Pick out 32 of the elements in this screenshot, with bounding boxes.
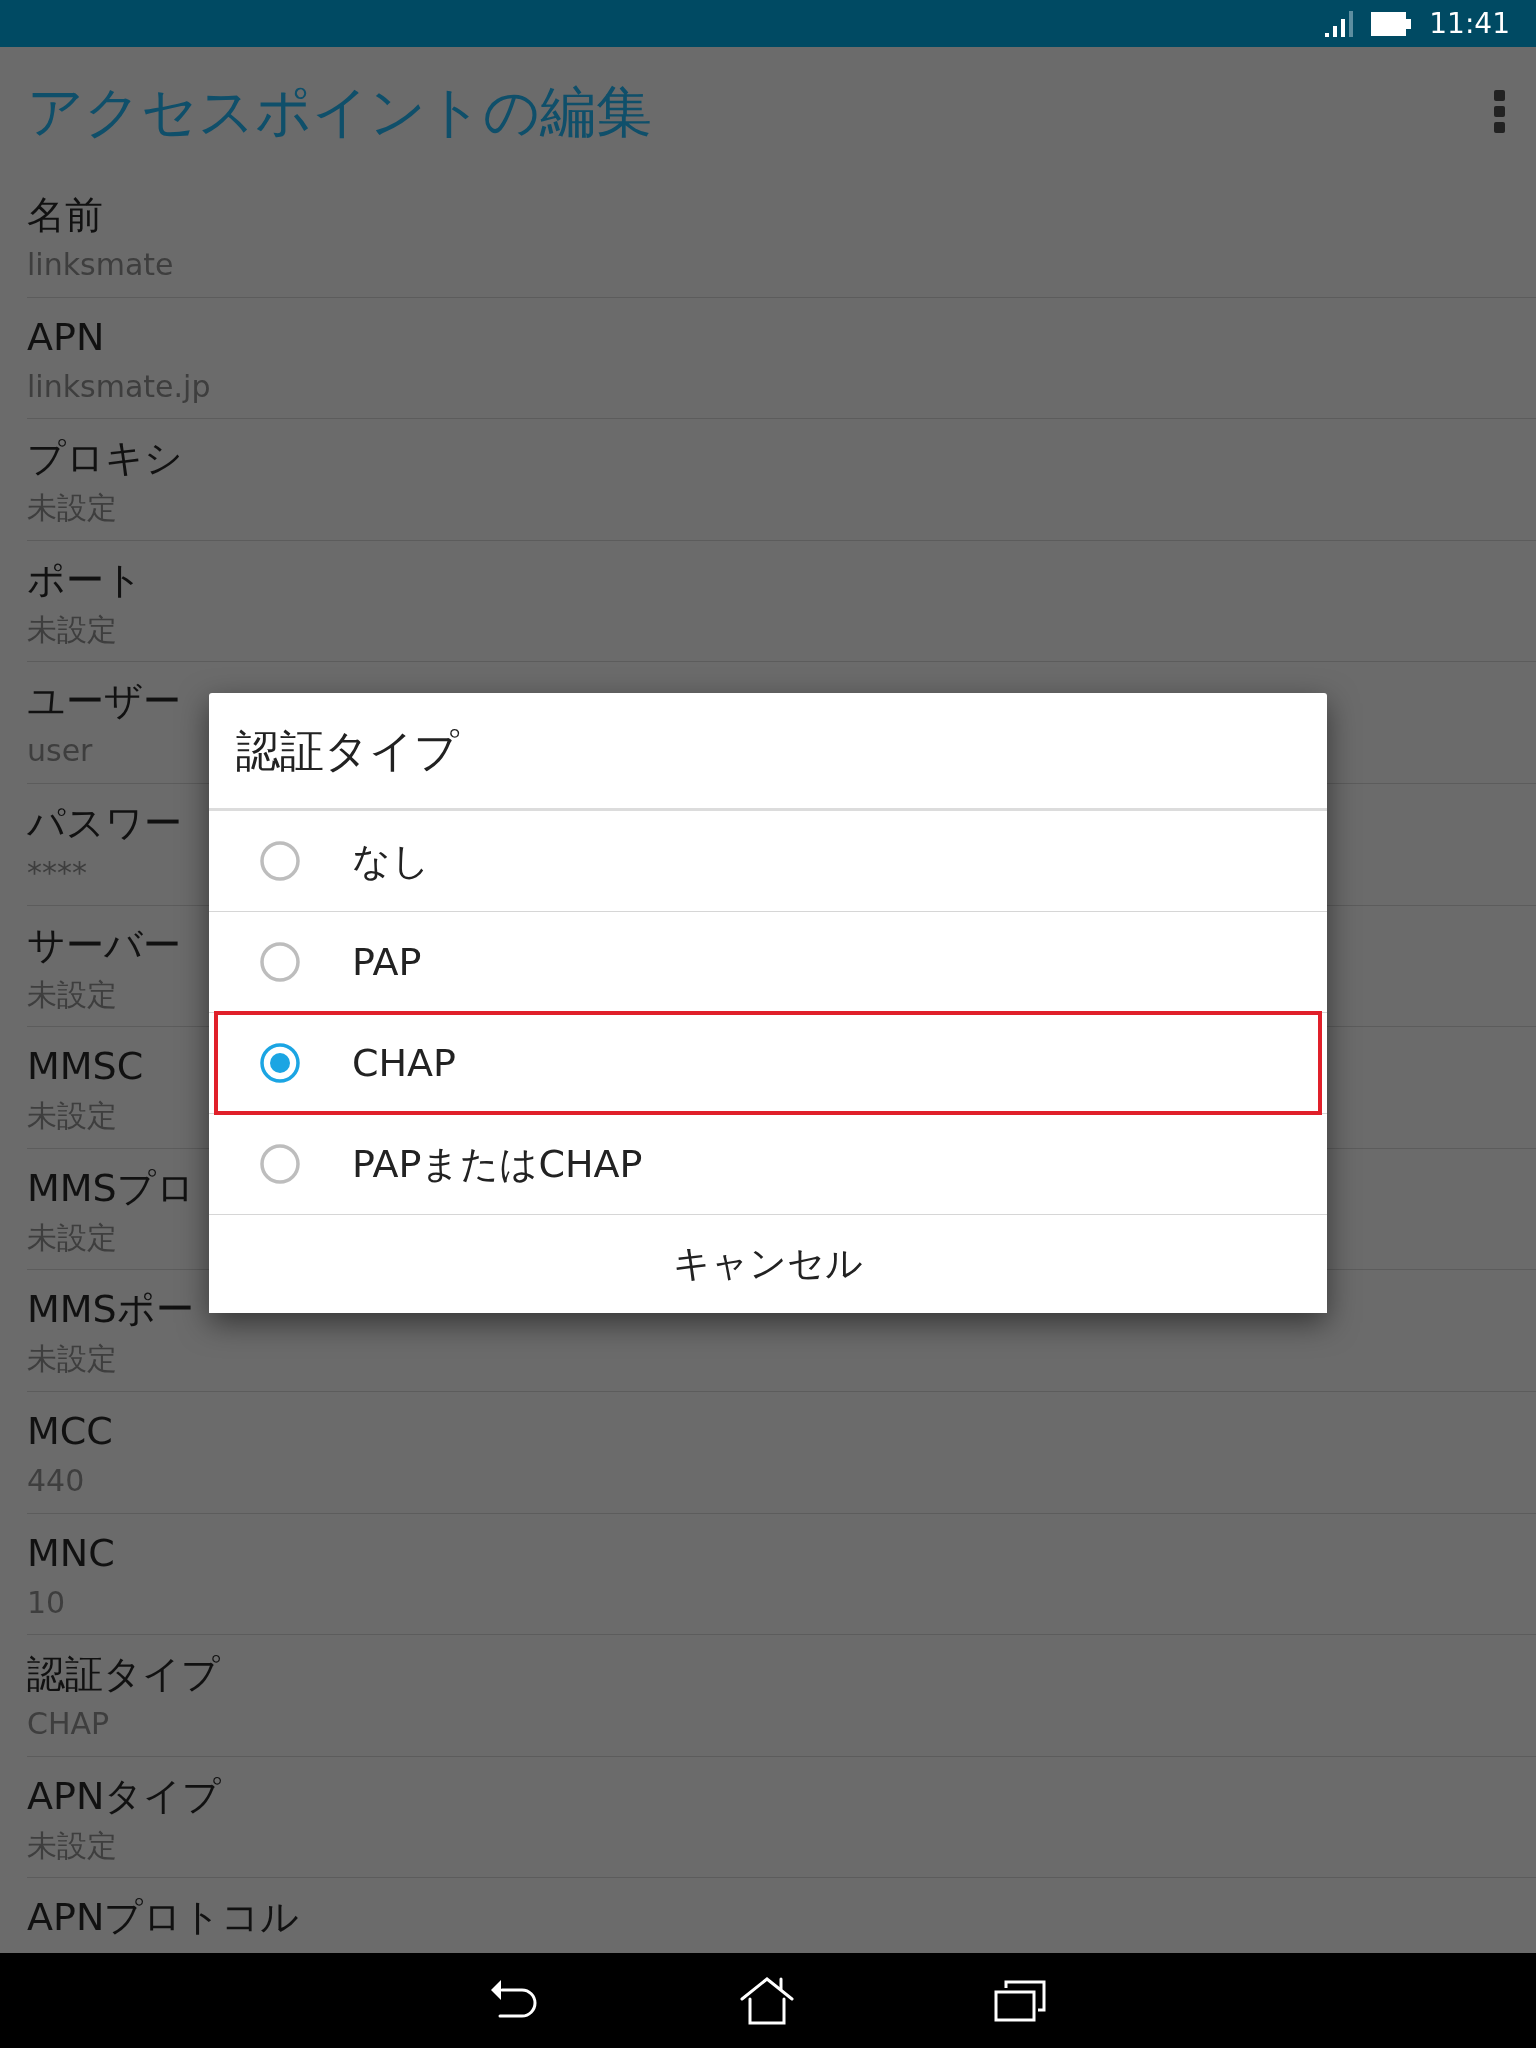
setting-label: サーバー <box>27 921 181 968</box>
radio-button[interactable] <box>260 1144 300 1184</box>
setting-label: APNタイプ <box>27 1772 222 1819</box>
radio-option[interactable]: PAP <box>209 912 1327 1013</box>
radio-button[interactable] <box>260 841 300 881</box>
setting-label: APN <box>27 313 105 360</box>
setting-label: APNプロトコル <box>27 1894 300 1941</box>
setting-label: プロキシ <box>27 435 183 482</box>
setting-label: ユーザー <box>27 678 181 725</box>
setting-label: MMSポー <box>27 1286 194 1333</box>
radio-option[interactable]: CHAP <box>209 1013 1327 1114</box>
setting-label: MMSプロ <box>27 1164 195 1211</box>
cancel-button[interactable]: キャンセル <box>209 1215 1327 1313</box>
radio-button[interactable] <box>260 942 300 982</box>
status-time: 11:41 <box>1429 5 1510 42</box>
recent-apps-icon[interactable] <box>994 1979 1046 2022</box>
setting-label: 認証タイプ <box>27 1651 220 1698</box>
radio-option[interactable]: なし <box>209 811 1327 912</box>
setting-label: ポート <box>27 556 143 603</box>
home-icon[interactable] <box>740 1976 794 2025</box>
battery-icon <box>1371 10 1412 37</box>
screen-title: アクセスポイントの編集 <box>27 77 652 146</box>
setting-label: MNC <box>27 1529 115 1576</box>
dialog-title: 認証タイプ <box>236 723 459 778</box>
setting-label: 名前 <box>27 192 103 238</box>
signal-icon <box>1323 8 1354 39</box>
setting-label: MCC <box>27 1407 113 1454</box>
radio-button[interactable] <box>260 1043 300 1083</box>
overflow-menu-icon[interactable] <box>1494 89 1506 134</box>
setting-label: MMSC <box>27 1043 144 1090</box>
setting-value: **** <box>27 857 87 888</box>
setting-label: パスワー <box>27 799 182 846</box>
